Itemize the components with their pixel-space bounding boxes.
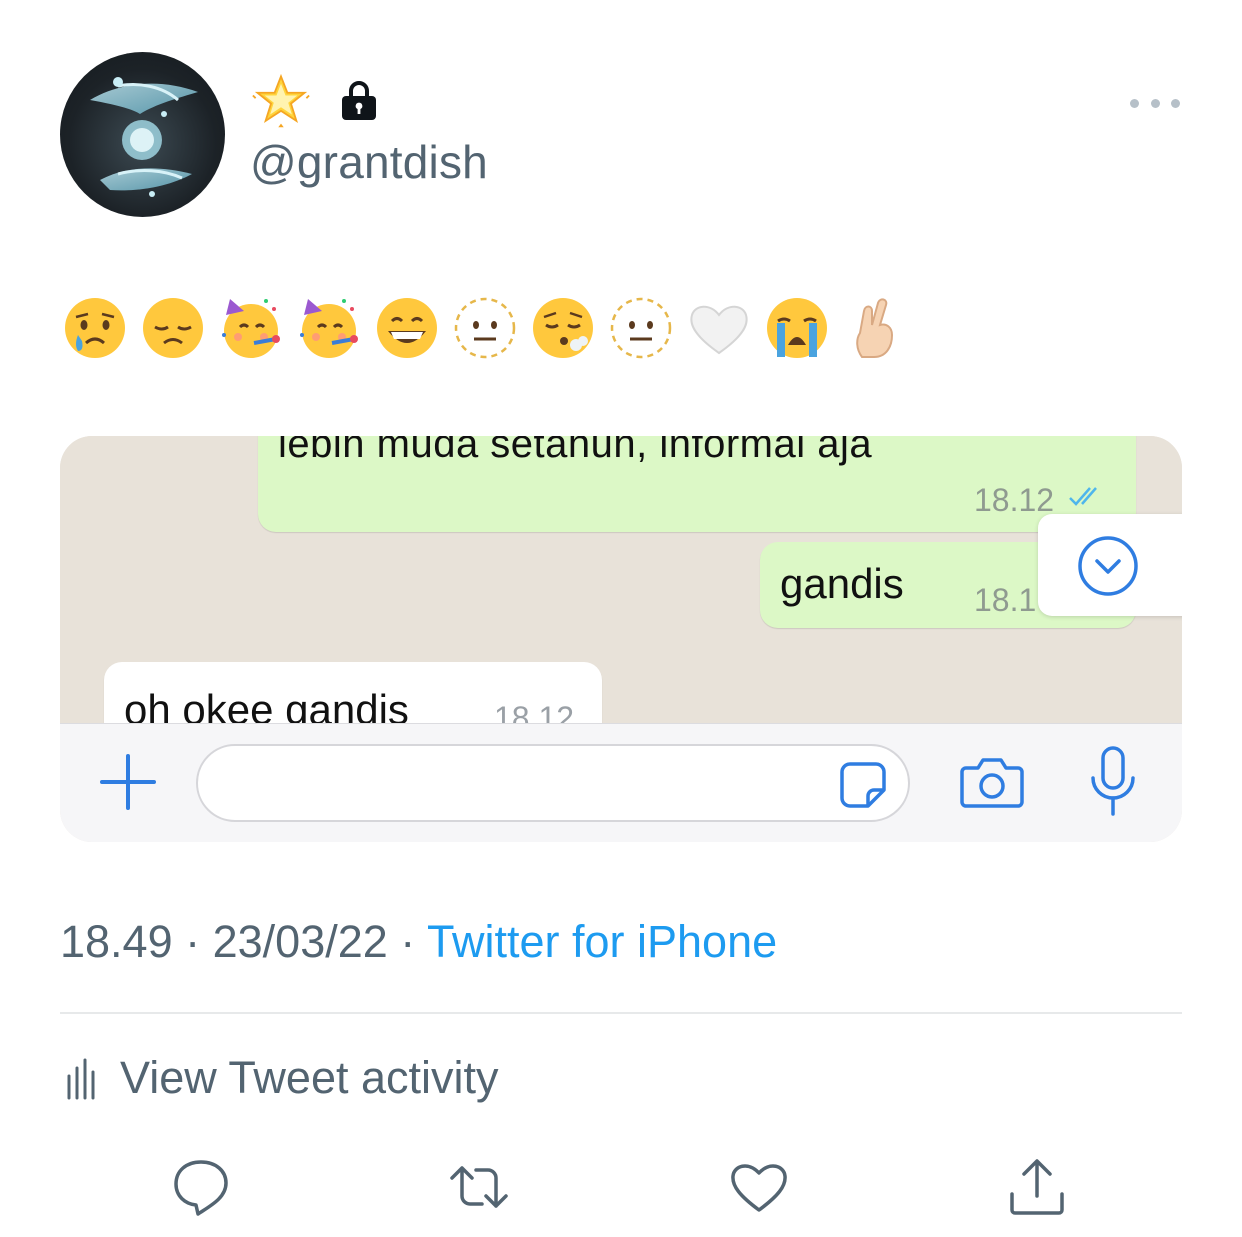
avatar-artwork-icon: [90, 77, 198, 197]
chat-composer-bar: [60, 723, 1182, 842]
dotted-line-face-icon: [610, 297, 672, 359]
crying-face-icon: [65, 298, 125, 358]
beaming-face-icon: [377, 298, 437, 358]
view-tweet-activity-link[interactable]: View Tweet activity: [66, 1050, 499, 1106]
separator: ·: [387, 916, 427, 967]
like-button[interactable]: [728, 1156, 790, 1218]
scroll-to-bottom-button: [1038, 514, 1182, 616]
chevron-down-circle-icon: [1078, 536, 1138, 596]
tweet-source-link[interactable]: Twitter for iPhone: [427, 916, 777, 967]
tweet-text: [62, 288, 908, 368]
ellipsis-icon: [1130, 98, 1139, 108]
plus-icon: [100, 754, 156, 810]
share-icon: [1010, 1159, 1064, 1215]
tweet-detail: @grantdish lebih muda setahun, informal …: [0, 0, 1242, 1237]
disappointed-face-icon: [143, 298, 203, 358]
reply-icon: [174, 1160, 228, 1216]
tweet-time[interactable]: 18.49: [60, 916, 173, 967]
like-icon: [731, 1164, 787, 1212]
face-exhaling-icon: [533, 298, 593, 358]
reply-button[interactable]: [170, 1156, 232, 1218]
user-handle[interactable]: @grantdish: [250, 135, 488, 189]
message-input-field: [196, 744, 910, 822]
message-time: 18.1: [974, 582, 1037, 618]
partying-face-icon: [300, 299, 358, 358]
avatar[interactable]: [60, 52, 225, 217]
more-options-button[interactable]: [1130, 88, 1180, 118]
separator: ·: [172, 916, 213, 967]
message-text: lebih muda setahun, informal aja: [278, 436, 873, 466]
loudly-crying-face-icon: [767, 298, 827, 358]
white-heart-icon: [690, 305, 748, 355]
analytics-bars-icon: [67, 1058, 95, 1100]
microphone-icon: [1091, 746, 1135, 816]
share-button[interactable]: [1006, 1156, 1068, 1218]
message-time: 18.12: [974, 482, 1055, 518]
tweet-media-image[interactable]: lebih muda setahun, informal aja 18.12 g…: [60, 436, 1182, 842]
divider: [60, 1012, 1182, 1014]
tweet-action-bar: [0, 1156, 1242, 1220]
retweet-button[interactable]: [448, 1156, 510, 1218]
retweet-icon: [450, 1166, 508, 1208]
read-receipt-icon: [1069, 487, 1097, 506]
partying-face-icon: [222, 299, 280, 358]
glowing-star-icon: [252, 73, 310, 128]
view-tweet-activity-label: View Tweet activity: [120, 1052, 499, 1103]
camera-icon: [960, 758, 1024, 808]
crossed-fingers-icon: [856, 298, 894, 358]
dotted-line-face-icon: [454, 297, 516, 359]
lock-icon: [342, 81, 376, 120]
message-text: gandis: [780, 560, 904, 607]
display-name-row[interactable]: [252, 70, 380, 130]
sticker-icon: [840, 762, 886, 808]
outgoing-message-bubble: lebih muda setahun, informal aja 18.12: [258, 436, 1136, 532]
tweet-date[interactable]: 23/03/22: [213, 916, 388, 967]
tweet-timestamp-line: 18.49 · 23/03/22 · Twitter for iPhone: [60, 916, 777, 968]
